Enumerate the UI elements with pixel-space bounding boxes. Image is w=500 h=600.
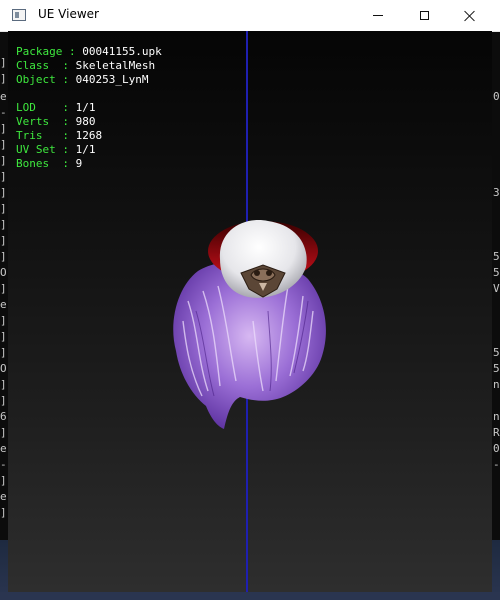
close-button[interactable] [447, 0, 493, 31]
info-bones: Bones : 9 [16, 157, 83, 170]
minimize-button[interactable] [355, 0, 401, 31]
info-package: Package : 00041155.upk [16, 45, 162, 58]
minimize-icon [373, 15, 383, 16]
close-icon [464, 10, 476, 22]
info-value: 980 [75, 115, 96, 128]
info-label: Object [16, 73, 63, 86]
info-value: 9 [75, 157, 83, 170]
3d-viewport[interactable]: Package : 00041155.upk Class : SkeletalM… [8, 31, 492, 592]
window-title: UE Viewer [38, 7, 99, 21]
info-value: 1/1 [75, 101, 96, 114]
info-tris: Tris : 1268 [16, 129, 103, 142]
info-uvset: UV Set : 1/1 [16, 143, 96, 156]
ue-viewer-window: UE Viewer Package : 00041155.upk Class :… [0, 0, 500, 600]
info-value: 1268 [75, 129, 103, 142]
info-lod: LOD : 1/1 [16, 101, 96, 114]
info-label: UV Set [16, 143, 63, 156]
info-label: Bones [16, 157, 63, 170]
info-label: Verts [16, 115, 63, 128]
info-label: LOD [16, 101, 63, 114]
info-value: 040253_LynM [75, 73, 149, 86]
app-window-icon [12, 9, 26, 21]
info-label: Package [16, 45, 63, 58]
maximize-button[interactable] [401, 0, 447, 31]
info-label: Tris [16, 129, 63, 142]
window-bottom-border [0, 592, 500, 600]
info-object: Object : 040253_LynM [16, 73, 149, 86]
skeletal-mesh-render [173, 220, 326, 429]
info-class: Class : SkeletalMesh [16, 59, 156, 72]
mesh-info-overlay: Package : 00041155.upk Class : SkeletalM… [16, 45, 162, 171]
info-value: SkeletalMesh [75, 59, 156, 72]
maximize-icon [419, 11, 429, 20]
info-value: 00041155.upk [82, 45, 162, 58]
info-label: Class [16, 59, 63, 72]
info-verts: Verts : 980 [16, 115, 96, 128]
title-bar[interactable]: UE Viewer [0, 0, 500, 32]
info-value: 1/1 [75, 143, 96, 156]
